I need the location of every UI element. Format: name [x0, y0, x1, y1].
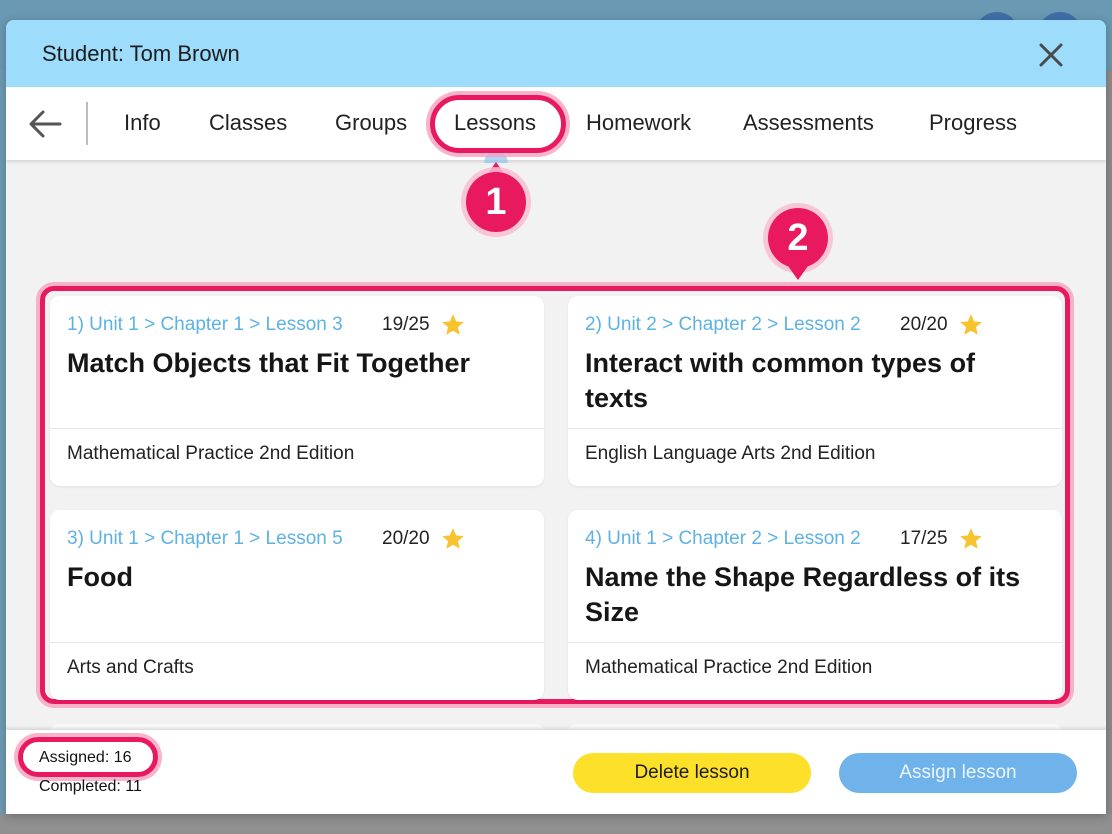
tab-progress[interactable]: Progress — [929, 110, 1017, 136]
star-icon — [960, 314, 982, 335]
lesson-score: 20/20 — [382, 528, 430, 549]
lesson-score: 19/25 — [382, 314, 430, 335]
delete-lesson-button[interactable]: Delete lesson — [573, 753, 811, 793]
star-icon — [442, 528, 464, 549]
student-modal: Student: Tom Brown Info Classes Groups L… — [6, 20, 1106, 814]
lesson-score: 20/20 — [900, 314, 948, 335]
tab-assessments[interactable]: Assessments — [743, 110, 874, 136]
tab-groups[interactable]: Groups — [335, 110, 407, 136]
lesson-book: Mathematical Practice 2nd Edition — [585, 657, 873, 678]
tab-lessons[interactable]: Lessons — [454, 110, 536, 136]
star-icon — [442, 314, 464, 335]
lesson-card[interactable]: 1) Unit 1 > Chapter 1 > Lesson 3 19/25 M… — [50, 296, 544, 486]
lesson-book: Mathematical Practice 2nd Edition — [67, 443, 355, 464]
card-divider — [50, 642, 544, 643]
modal-title: Student: Tom Brown — [42, 41, 240, 66]
completed-count: Completed: 11 — [39, 778, 142, 795]
card-divider — [50, 428, 544, 429]
arrow-left-icon[interactable] — [28, 109, 62, 139]
tab-classes[interactable]: Classes — [209, 110, 287, 136]
lesson-path: 3) Unit 1 > Chapter 1 > Lesson 5 — [67, 528, 343, 549]
callout-badge-1: 1 — [466, 172, 526, 232]
lesson-title: Match Objects that Fit Together — [67, 348, 471, 378]
tab-bar: Info Classes Groups Lessons Homework Ass… — [6, 87, 1106, 163]
lesson-card[interactable]: 2) Unit 2 > Chapter 2 > Lesson 2 20/20 I… — [568, 296, 1062, 486]
star-icon — [960, 528, 982, 549]
background-overlay — [0, 814, 1112, 834]
card-divider — [568, 428, 1062, 429]
close-icon[interactable] — [1036, 40, 1066, 70]
lesson-title: Name the Shape Regardless of its Size — [585, 562, 1021, 627]
card-divider — [568, 642, 1062, 643]
lesson-title: Interact with common types of texts — [585, 348, 976, 413]
lesson-card[interactable]: 4) Unit 1 > Chapter 2 > Lesson 2 17/25 N… — [568, 510, 1062, 700]
assigned-count: Assigned: 16 — [39, 749, 132, 766]
modal-header: Student: Tom Brown — [6, 20, 1106, 87]
tab-info[interactable]: Info — [124, 110, 161, 136]
modal-footer: Assigned: 16 Completed: 11 Delete lesson… — [6, 730, 1106, 814]
lesson-book: English Language Arts 2nd Edition — [585, 443, 876, 464]
lesson-path: 4) Unit 1 > Chapter 2 > Lesson 2 — [585, 528, 861, 549]
callout-badge-2: 2 — [768, 208, 828, 268]
lesson-card[interactable]: 3) Unit 1 > Chapter 1 > Lesson 5 20/20 F… — [50, 510, 544, 700]
nav-divider — [86, 102, 88, 145]
lesson-title: Food — [67, 562, 133, 592]
tab-homework[interactable]: Homework — [586, 110, 691, 136]
lesson-book: Arts and Crafts — [67, 657, 194, 678]
assign-lesson-button[interactable]: Assign lesson — [839, 753, 1077, 793]
lesson-path: 2) Unit 2 > Chapter 2 > Lesson 2 — [585, 314, 861, 335]
lesson-path: 1) Unit 1 > Chapter 1 > Lesson 3 — [67, 314, 343, 335]
lesson-score: 17/25 — [900, 528, 948, 549]
callout-pointer — [788, 266, 808, 280]
